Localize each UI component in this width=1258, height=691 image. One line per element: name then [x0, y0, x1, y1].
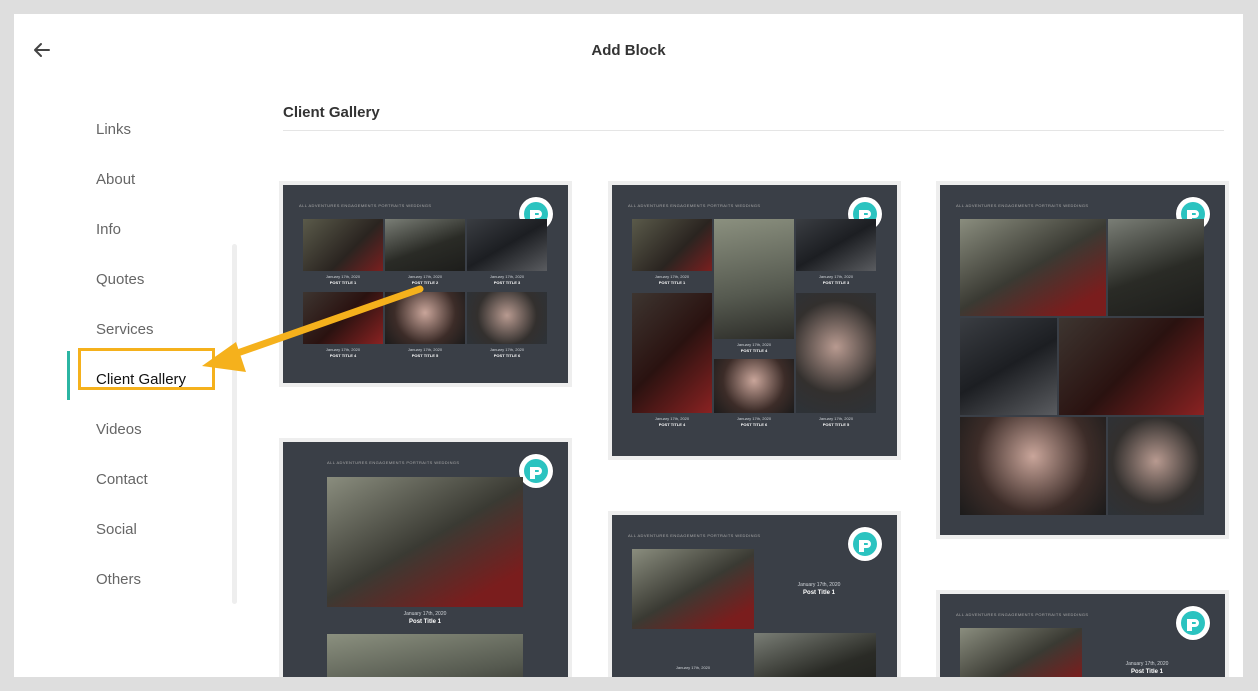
- annotation-arrow: [202, 285, 424, 372]
- add-block-panel: Add Block Links About Info Quotes Servic…: [14, 14, 1243, 677]
